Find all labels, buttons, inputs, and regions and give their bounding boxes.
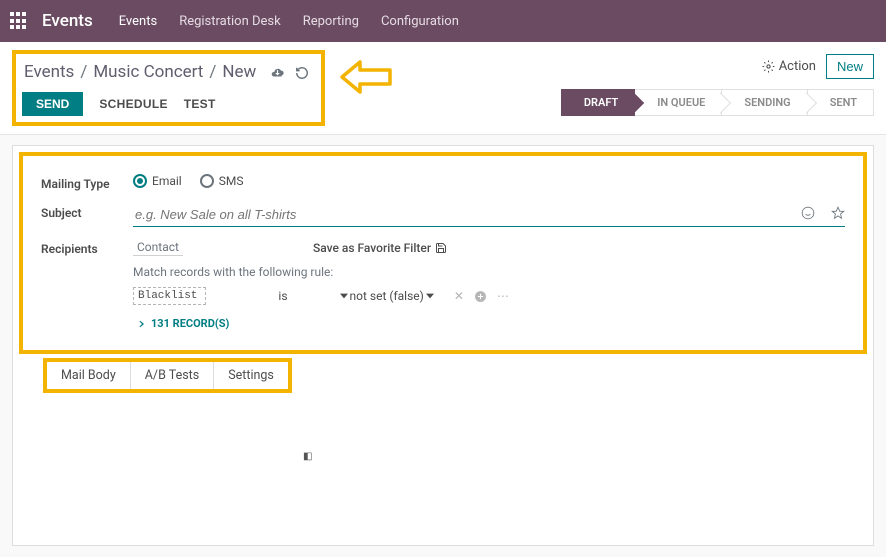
app-title: Events — [42, 11, 93, 31]
recipients-label: Recipients — [41, 239, 133, 256]
rule-field-select[interactable]: Blacklist — [133, 287, 206, 305]
more-rule-icon[interactable]: ⋯ — [497, 289, 509, 303]
highlight-tabs-box: Mail Body A/B Tests Settings — [43, 358, 292, 393]
top-menu: Events Registration Desk Reporting Confi… — [119, 14, 459, 29]
tab-mail-body[interactable]: Mail Body — [47, 362, 131, 389]
highlight-breadcrumb-box: Events / Music Concert / New SEND SCHEDU… — [12, 50, 325, 126]
discard-icon[interactable] — [295, 62, 309, 82]
subject-label: Subject — [41, 203, 133, 220]
breadcrumb-item[interactable]: Music Concert — [93, 62, 203, 82]
caret-down-icon — [426, 292, 434, 300]
right-controls: Action New DRAFT IN QUEUE SENDING SENT — [561, 50, 874, 116]
annotation-arrow-icon — [340, 58, 394, 96]
menu-item-configuration[interactable]: Configuration — [381, 14, 459, 29]
mailing-type-label: Mailing Type — [41, 174, 133, 191]
body-placeholder-icon: ◧ — [303, 451, 312, 462]
status-draft[interactable]: DRAFT — [561, 89, 635, 116]
match-rule-text: Match records with the following rule: — [133, 265, 845, 279]
breadcrumb-separator: / — [209, 62, 216, 82]
star-icon[interactable] — [831, 205, 845, 220]
breadcrumb-item: New — [222, 62, 256, 82]
action-dropdown[interactable]: Action — [762, 59, 816, 74]
radio-email[interactable]: Email — [133, 174, 182, 188]
breadcrumb: Events / Music Concert / New — [20, 60, 309, 92]
status-bar: DRAFT IN QUEUE SENDING SENT — [561, 89, 874, 116]
radio-checked-icon — [133, 174, 147, 188]
radio-unchecked-icon — [200, 174, 214, 188]
save-favorite-filter[interactable]: Save as Favorite Filter — [313, 241, 447, 255]
tab-ab-tests[interactable]: A/B Tests — [131, 362, 214, 389]
mail-body-area[interactable]: ◧ — [13, 395, 873, 545]
menu-item-reporting[interactable]: Reporting — [303, 14, 359, 29]
add-rule-icon[interactable] — [474, 289, 487, 303]
schedule-button[interactable]: SCHEDULE — [99, 92, 167, 116]
send-button[interactable]: SEND — [22, 92, 83, 116]
breadcrumb-item[interactable]: Events — [24, 62, 74, 82]
topbar: Events Events Registration Desk Reportin… — [0, 0, 886, 42]
status-in-queue[interactable]: IN QUEUE — [635, 89, 722, 116]
records-link[interactable]: 131 RECORD(S) — [133, 317, 845, 330]
caret-down-icon — [340, 292, 348, 300]
recipients-model[interactable]: Contact — [133, 239, 183, 256]
cloud-save-icon[interactable] — [270, 62, 285, 82]
radio-sms[interactable]: SMS — [200, 174, 244, 188]
breadcrumb-separator: / — [80, 62, 87, 82]
rule-value-select[interactable]: not set (false) — [340, 289, 434, 303]
action-buttons: SEND SCHEDULE TEST — [20, 92, 309, 116]
test-button[interactable]: TEST — [184, 92, 216, 116]
subject-input[interactable] — [133, 203, 845, 227]
form-sheet: Mailing Type Email SMS Subject — [12, 145, 874, 546]
control-bar: Events / Music Concert / New SEND SCHEDU… — [0, 42, 886, 135]
tab-settings[interactable]: Settings — [214, 362, 288, 389]
status-sending[interactable]: SENDING — [722, 89, 807, 116]
menu-item-events[interactable]: Events — [119, 14, 157, 29]
new-button[interactable]: New — [826, 54, 874, 79]
status-sent[interactable]: SENT — [808, 89, 874, 116]
arrow-right-icon — [133, 318, 145, 330]
rule-operator: is — [278, 289, 287, 303]
highlight-form-box: Mailing Type Email SMS Subject — [19, 152, 867, 354]
save-icon — [435, 242, 447, 254]
menu-item-registration-desk[interactable]: Registration Desk — [179, 14, 281, 29]
emoji-icon[interactable] — [801, 205, 815, 220]
apps-icon[interactable] — [10, 12, 28, 30]
remove-rule-icon[interactable]: ✕ — [454, 289, 464, 303]
